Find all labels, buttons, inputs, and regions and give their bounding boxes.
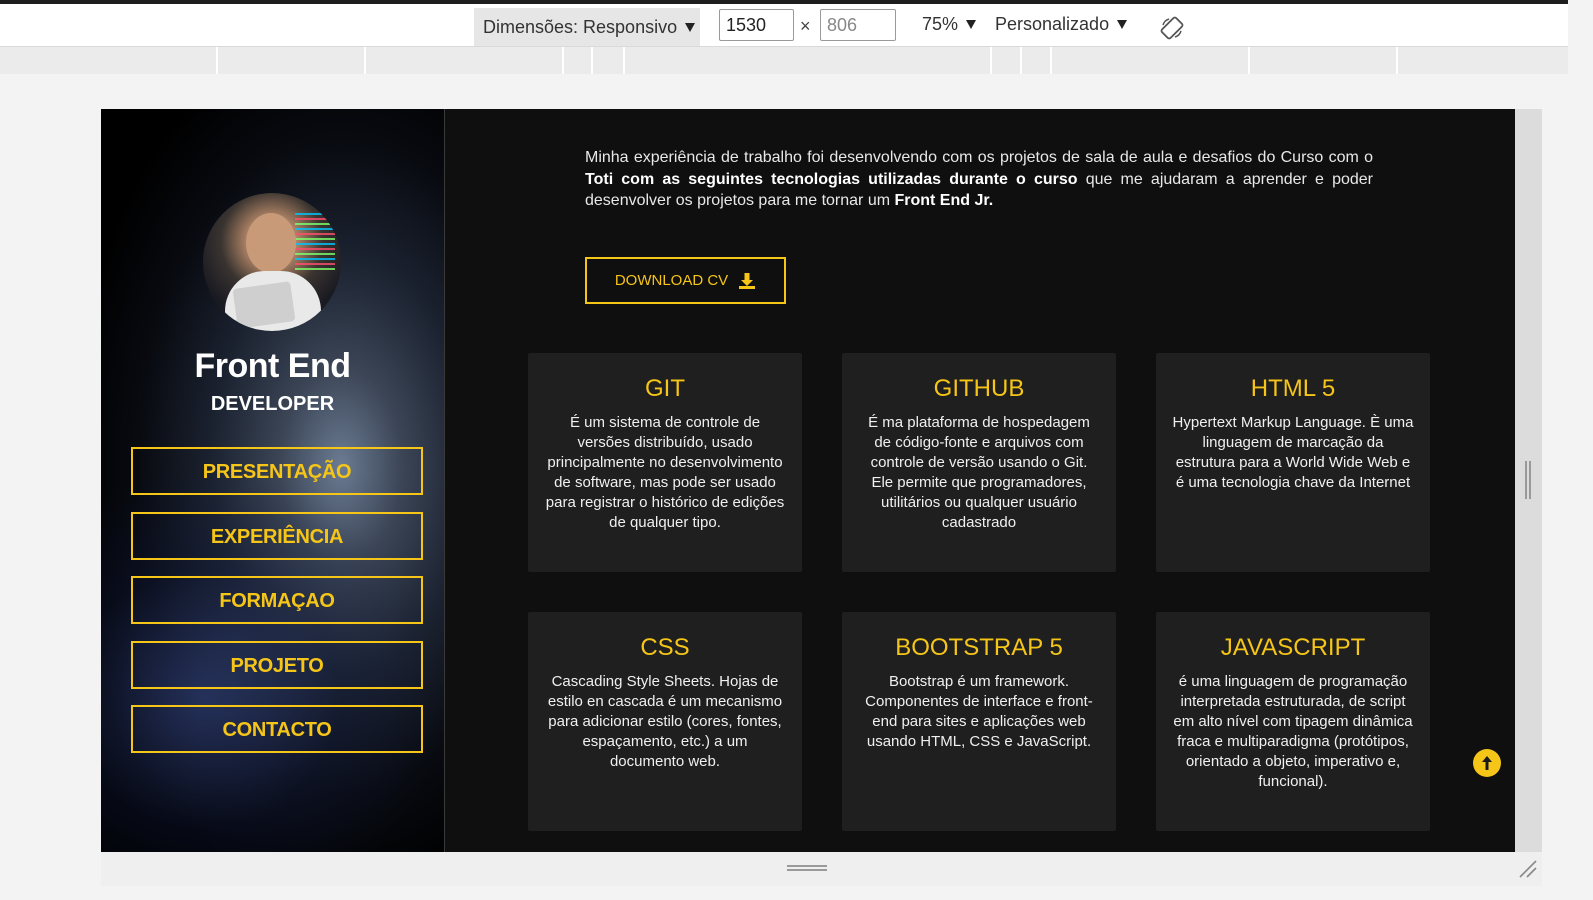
card-title: JAVASCRIPT	[1220, 634, 1366, 661]
sidebar: Front End DEVELOPER PRESENTAÇÃO EXPERIÊN…	[101, 109, 445, 852]
intro-text-1: Minha experiência de trabalho foi desenv…	[585, 149, 1373, 166]
rotate-icon[interactable]	[1160, 16, 1184, 40]
height-input[interactable]	[820, 9, 896, 41]
chevron-down-icon	[1117, 20, 1128, 29]
chevron-down-icon	[685, 22, 696, 32]
skill-card-html5: HTML 5 Hypertext Markup Language. È uma …	[1156, 353, 1430, 572]
zoom-dropdown[interactable]: 75%	[922, 14, 977, 35]
avatar	[203, 193, 341, 331]
card-text: Bootstrap é um framework. Componentes de…	[865, 673, 1093, 750]
card-title: BOOTSTRAP 5	[895, 634, 1063, 661]
device-toolbar: Dimensões: Responsivo × 75% Personalizad…	[0, 4, 1568, 47]
times-separator: ×	[800, 16, 811, 36]
zoom-label: 75%	[922, 14, 959, 34]
card-text: Cascading Style Sheets. Hojas de estilo …	[547, 673, 783, 770]
throttle-label: Personalizado	[995, 14, 1110, 34]
nav-formacao-button[interactable]: FORMAÇAO	[131, 576, 423, 624]
card-title: GITHUB	[933, 375, 1025, 402]
skill-card-javascript: JAVASCRIPT é uma linguagem de programaçã…	[1156, 612, 1430, 831]
experience-intro: Minha experiência de trabalho foi desenv…	[585, 147, 1373, 212]
nav-experiencia-button[interactable]: EXPERIÊNCIA	[131, 512, 423, 560]
chevron-down-icon	[966, 20, 977, 29]
horizontal-resize-handle[interactable]	[101, 852, 1542, 886]
card-title: HTML 5	[1250, 375, 1336, 402]
dimensions-dropdown[interactable]: Dimensões: Responsivo	[474, 8, 700, 46]
skill-card-bootstrap: BOOTSTRAP 5 Bootstrap é um framework. Co…	[842, 612, 1116, 831]
arrow-up-icon	[1482, 756, 1492, 770]
card-text: É um sistema de controle de versões dist…	[545, 414, 785, 531]
dimensions-label: Dimensões: Responsivo	[483, 16, 678, 37]
download-icon	[739, 272, 756, 289]
back-to-top-button[interactable]	[1473, 749, 1501, 777]
profile-role: DEVELOPER	[210, 393, 335, 415]
card-text: é uma linguagem de programação interpret…	[1173, 673, 1413, 790]
resize-corner-icon[interactable]	[1516, 857, 1538, 879]
card-title: CSS	[640, 634, 690, 661]
media-query-bar[interactable]	[0, 47, 1568, 74]
vertical-resize-handle[interactable]	[1515, 109, 1542, 852]
page-viewport: Front End DEVELOPER PRESENTAÇÃO EXPERIÊN…	[101, 109, 1515, 852]
intro-bold-1: Toti com as seguintes tecnologias utiliz…	[585, 170, 1078, 188]
width-input[interactable]	[719, 9, 794, 41]
nav-contacto-button[interactable]: CONTACTO	[131, 705, 423, 753]
nav-presentacao-button[interactable]: PRESENTAÇÃO	[131, 447, 423, 495]
card-text: É ma plataforma de hospedagem de código-…	[868, 414, 1090, 531]
card-title: GIT	[645, 375, 685, 402]
nav-projeto-button[interactable]: PROJETO	[131, 641, 423, 689]
download-cv-button[interactable]: DOWNLOAD CV	[585, 257, 786, 304]
skill-card-github: GITHUB É ma plataforma de hospedagem de …	[842, 353, 1116, 572]
intro-bold-2: Front End Jr.	[894, 192, 994, 209]
throttle-dropdown[interactable]: Personalizado	[995, 14, 1128, 35]
skill-card-css: CSS Cascading Style Sheets. Hojas de est…	[528, 612, 802, 831]
download-cv-label: DOWNLOAD CV	[614, 272, 729, 289]
card-text: Hypertext Markup Language. È uma linguag…	[1172, 414, 1414, 491]
skill-card-git: GIT É um sistema de controle de versões …	[528, 353, 802, 572]
profile-name: Front End	[194, 347, 351, 385]
